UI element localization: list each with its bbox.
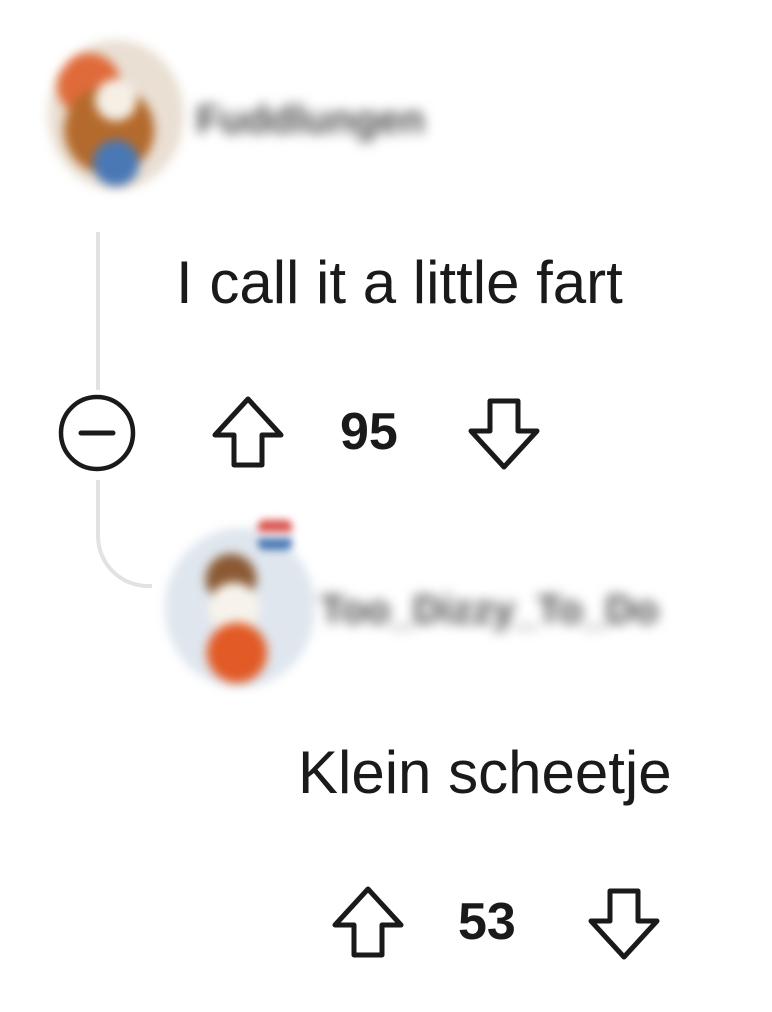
comment-body: I call it a little fart (176, 249, 623, 316)
comment-author[interactable]: Fuddlungen (196, 98, 516, 143)
downvote-icon[interactable] (466, 396, 542, 472)
comment-author[interactable]: Too_Dizzy_To_Do (320, 588, 760, 633)
avatar[interactable] (165, 528, 315, 688)
thread-line[interactable] (96, 232, 100, 390)
avatar[interactable] (48, 40, 184, 190)
upvote-icon[interactable] (330, 884, 406, 960)
vote-score: 53 (458, 893, 516, 951)
downvote-icon[interactable] (586, 886, 662, 962)
collapse-icon[interactable] (58, 394, 136, 472)
avatar-badge (258, 520, 292, 550)
thread-connector (96, 480, 152, 588)
comment-body: Klein scheetje (298, 739, 672, 806)
vote-score: 95 (340, 403, 398, 461)
upvote-icon[interactable] (210, 394, 286, 470)
